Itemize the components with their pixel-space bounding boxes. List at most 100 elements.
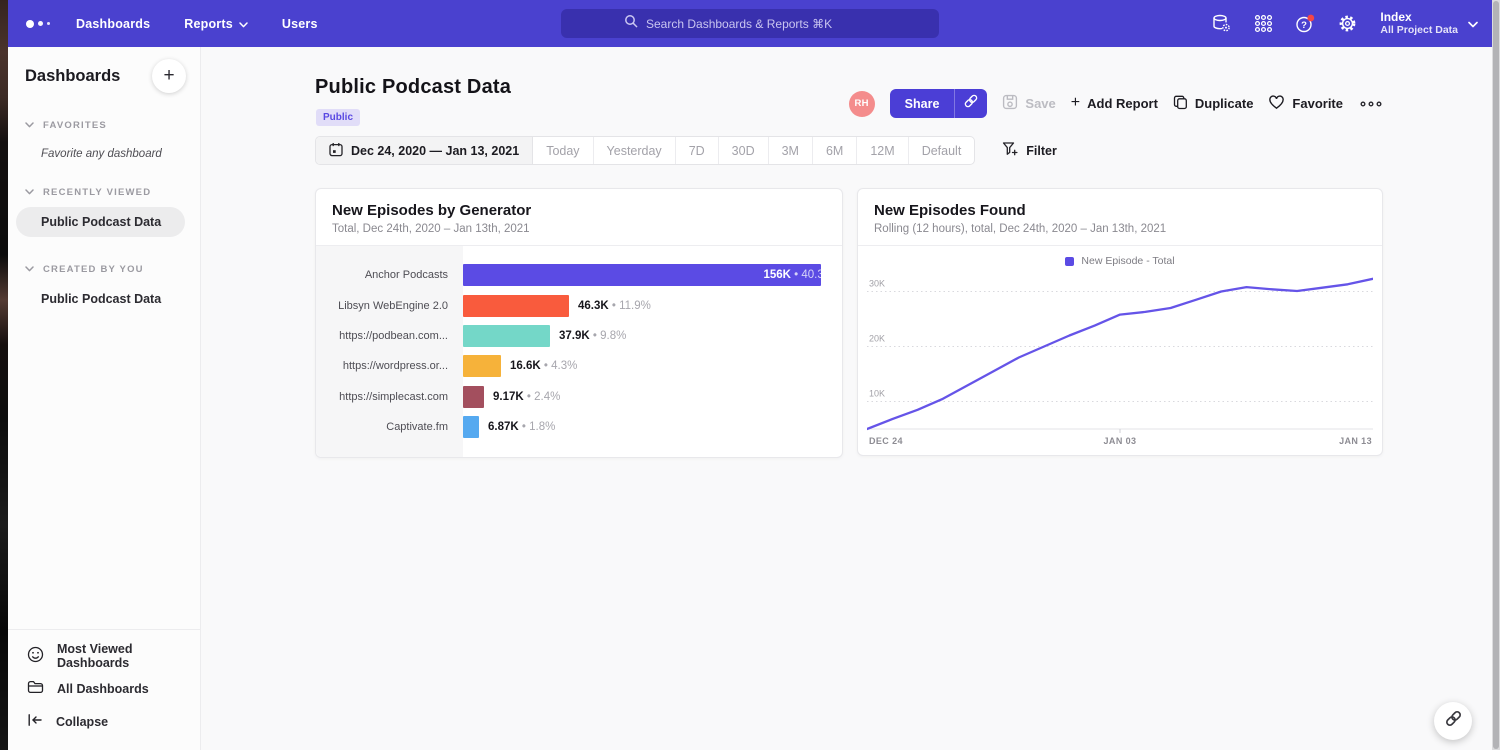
scrollbar-thumb[interactable] <box>1493 1 1499 749</box>
sidebar-item-public-podcast-data[interactable]: Public Podcast Data <box>8 284 185 314</box>
bar-segment[interactable] <box>463 355 501 377</box>
svg-text:30K: 30K <box>869 279 885 289</box>
sidebar-item-public-podcast-data[interactable]: Public Podcast Data <box>16 207 185 237</box>
plus-icon: + <box>1071 94 1080 112</box>
project-name: Index <box>1380 10 1458 24</box>
link-icon <box>1444 709 1463 733</box>
sidebar-footer-most-viewed-dashboards[interactable]: Most Viewed Dashboards <box>8 639 200 672</box>
help-icon[interactable]: ? <box>1294 13 1316 35</box>
folder-icon <box>27 680 44 698</box>
sidebar-footer-all-dashboards[interactable]: All Dashboards <box>8 672 200 705</box>
data-sources-icon[interactable] <box>1210 13 1232 35</box>
bar-segment[interactable] <box>463 416 479 438</box>
date-preset-today[interactable]: Today <box>533 137 593 164</box>
visibility-badge: Public <box>316 109 360 126</box>
bar-category-label: Anchor Podcasts <box>316 269 463 281</box>
sidebar-section-recently-viewed[interactable]: RECENTLY VIEWED <box>8 187 200 198</box>
favorite-button[interactable]: Favorite <box>1268 95 1343 113</box>
line-series[interactable] <box>867 279 1373 429</box>
copy-link-fab[interactable] <box>1434 702 1472 740</box>
favorite-label: Favorite <box>1292 96 1343 111</box>
save-button[interactable]: Save <box>1002 94 1055 113</box>
more-options-button[interactable] <box>1358 99 1384 109</box>
apps-grid-icon[interactable] <box>1252 13 1274 35</box>
date-range-button[interactable]: Dec 24, 2020 — Jan 13, 2021 <box>316 137 533 164</box>
date-preset-7d[interactable]: 7D <box>676 137 719 164</box>
svg-text:JAN 13: JAN 13 <box>1339 436 1372 446</box>
sidebar-empty-hint: Favorite any dashboard <box>41 148 200 160</box>
add-dashboard-button[interactable]: + <box>152 59 186 93</box>
date-preset-yesterday[interactable]: Yesterday <box>594 137 676 164</box>
chevron-down-icon <box>25 187 34 198</box>
nav-link-dashboards[interactable]: Dashboards <box>76 17 150 31</box>
bar-value: 6.87K • 1.8% <box>488 416 555 438</box>
date-presets: TodayYesterday7D30D3M6M12MDefault <box>533 137 974 164</box>
date-preset-default[interactable]: Default <box>909 137 975 164</box>
sidebar-footer-collapse[interactable]: Collapse <box>8 705 200 738</box>
sidebar-section-favorites[interactable]: FAVORITES <box>8 120 200 131</box>
bar-category-label: https://podbean.com... <box>316 330 463 342</box>
bar-category-label: Captivate.fm <box>316 421 463 433</box>
project-switcher[interactable]: Index All Project Data <box>1380 10 1478 37</box>
bar-row-https-wordpress-or: https://wordpress.or... 16.6K • 4.3% <box>316 351 842 381</box>
legend-label: New Episode - Total <box>1081 255 1174 267</box>
date-range-group: Dec 24, 2020 — Jan 13, 2021 TodayYesterd… <box>315 136 975 165</box>
avatar: RH <box>849 91 875 117</box>
nav-link-reports[interactable]: Reports <box>184 17 248 31</box>
filter-icon <box>1002 141 1018 160</box>
bar-segment[interactable] <box>463 325 550 347</box>
nav-link-users[interactable]: Users <box>282 17 318 31</box>
add-report-button[interactable]: + Add Report <box>1071 96 1158 112</box>
app-logo[interactable] <box>26 20 50 28</box>
date-preset-3m[interactable]: 3M <box>769 137 813 164</box>
sidebar-footer: Most Viewed DashboardsAll DashboardsColl… <box>8 629 200 750</box>
bar-chart-subtitle: Total, Dec 24th, 2020 – Jan 13th, 2021 <box>332 223 826 235</box>
calendar-icon <box>329 142 343 160</box>
duplicate-label: Duplicate <box>1195 96 1254 111</box>
svg-text:?: ? <box>1301 20 1307 31</box>
chevron-down-icon <box>239 17 248 31</box>
bar-row-libsyn-webengine-2-0: Libsyn WebEngine 2.0 46.3K • 11.9% <box>316 290 842 320</box>
bar-segment[interactable] <box>463 386 484 408</box>
filter-button[interactable]: Filter <box>1002 141 1057 160</box>
line-chart-title: New Episodes Found <box>874 202 1366 219</box>
bar-row-captivate-fm: Captivate.fm 6.87K • 1.8% <box>316 412 842 442</box>
settings-icon[interactable] <box>1336 13 1358 35</box>
global-search[interactable] <box>561 9 939 38</box>
svg-text:JAN 03: JAN 03 <box>1104 436 1137 446</box>
logo-dot <box>26 20 34 28</box>
smiley-icon <box>27 646 44 666</box>
sidebar-section-created-by-you[interactable]: CREATED BY YOU <box>8 264 200 275</box>
share-link-button[interactable] <box>954 89 987 118</box>
date-preset-30d[interactable]: 30D <box>719 137 769 164</box>
navbar-right: ? Index All Project Data <box>1210 0 1478 47</box>
project-subtitle: All Project Data <box>1380 24 1458 37</box>
date-preset-6m[interactable]: 6M <box>813 137 857 164</box>
search-input[interactable] <box>646 17 876 31</box>
sidebar: Dashboards + FAVORITESFavorite any dashb… <box>8 47 201 750</box>
line-chart-svg: 10K20K30KDEC 24JAN 03JAN 13 <box>867 271 1373 453</box>
heart-icon <box>1268 95 1285 113</box>
bar-segment[interactable] <box>463 295 569 317</box>
bar-value: 156K • 40.3% <box>763 264 834 286</box>
line-chart-subtitle: Rolling (12 hours), total, Dec 24th, 202… <box>874 223 1366 235</box>
header-actions: RH Share Save + Add Report Duplicate <box>849 89 1384 118</box>
duplicate-button[interactable]: Duplicate <box>1173 95 1254 113</box>
sidebar-sections: FAVORITES Favorite any dashboard RECENTLY … <box>8 120 200 314</box>
logo-dot <box>38 21 43 26</box>
collapse-left-icon <box>27 713 43 730</box>
svg-text:10K: 10K <box>869 389 885 399</box>
bar-row-https-simplecast-com: https://simplecast.com 9.17K • 2.4% <box>316 382 842 412</box>
share-button-group: Share <box>890 89 988 118</box>
add-report-label: Add Report <box>1087 96 1158 111</box>
line-chart[interactable]: 10K20K30KDEC 24JAN 03JAN 13 <box>867 271 1373 458</box>
date-preset-12m[interactable]: 12M <box>857 137 908 164</box>
background-window-edge <box>0 0 8 750</box>
filter-label: Filter <box>1026 144 1057 158</box>
share-button[interactable]: Share <box>890 89 955 118</box>
save-icon <box>1002 94 1018 113</box>
bar-rows: Anchor Podcasts 156K • 40.3% Libsyn WebEn… <box>316 260 842 442</box>
chevron-down-icon <box>1468 15 1478 33</box>
page-scrollbar[interactable] <box>1492 0 1500 750</box>
logo-dot <box>47 22 50 25</box>
